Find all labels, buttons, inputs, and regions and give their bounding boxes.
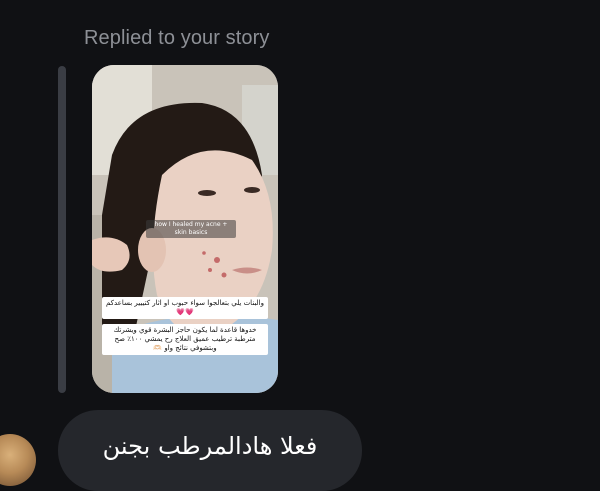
story-preview[interactable]: how I healed my acne + skin basics والبن… [92,65,278,393]
message-bubble[interactable]: فعلا هادالمرطب بجنن [58,410,362,491]
story-caption-line2: خدوها قاعدة لما يكون حاجز البشرة قوي ويش… [102,324,268,355]
reply-quote-bar [58,66,66,393]
reply-header: Replied to your story [84,27,270,49]
avatar[interactable] [0,434,36,486]
story-overlay-title: how I healed my acne + skin basics [146,220,236,238]
story-caption-line1: والبنات يلي بتعالجوا سواء حبوب او اثار ك… [102,297,268,319]
message-text: فعلا هادالمرطب بجنن [102,432,318,460]
